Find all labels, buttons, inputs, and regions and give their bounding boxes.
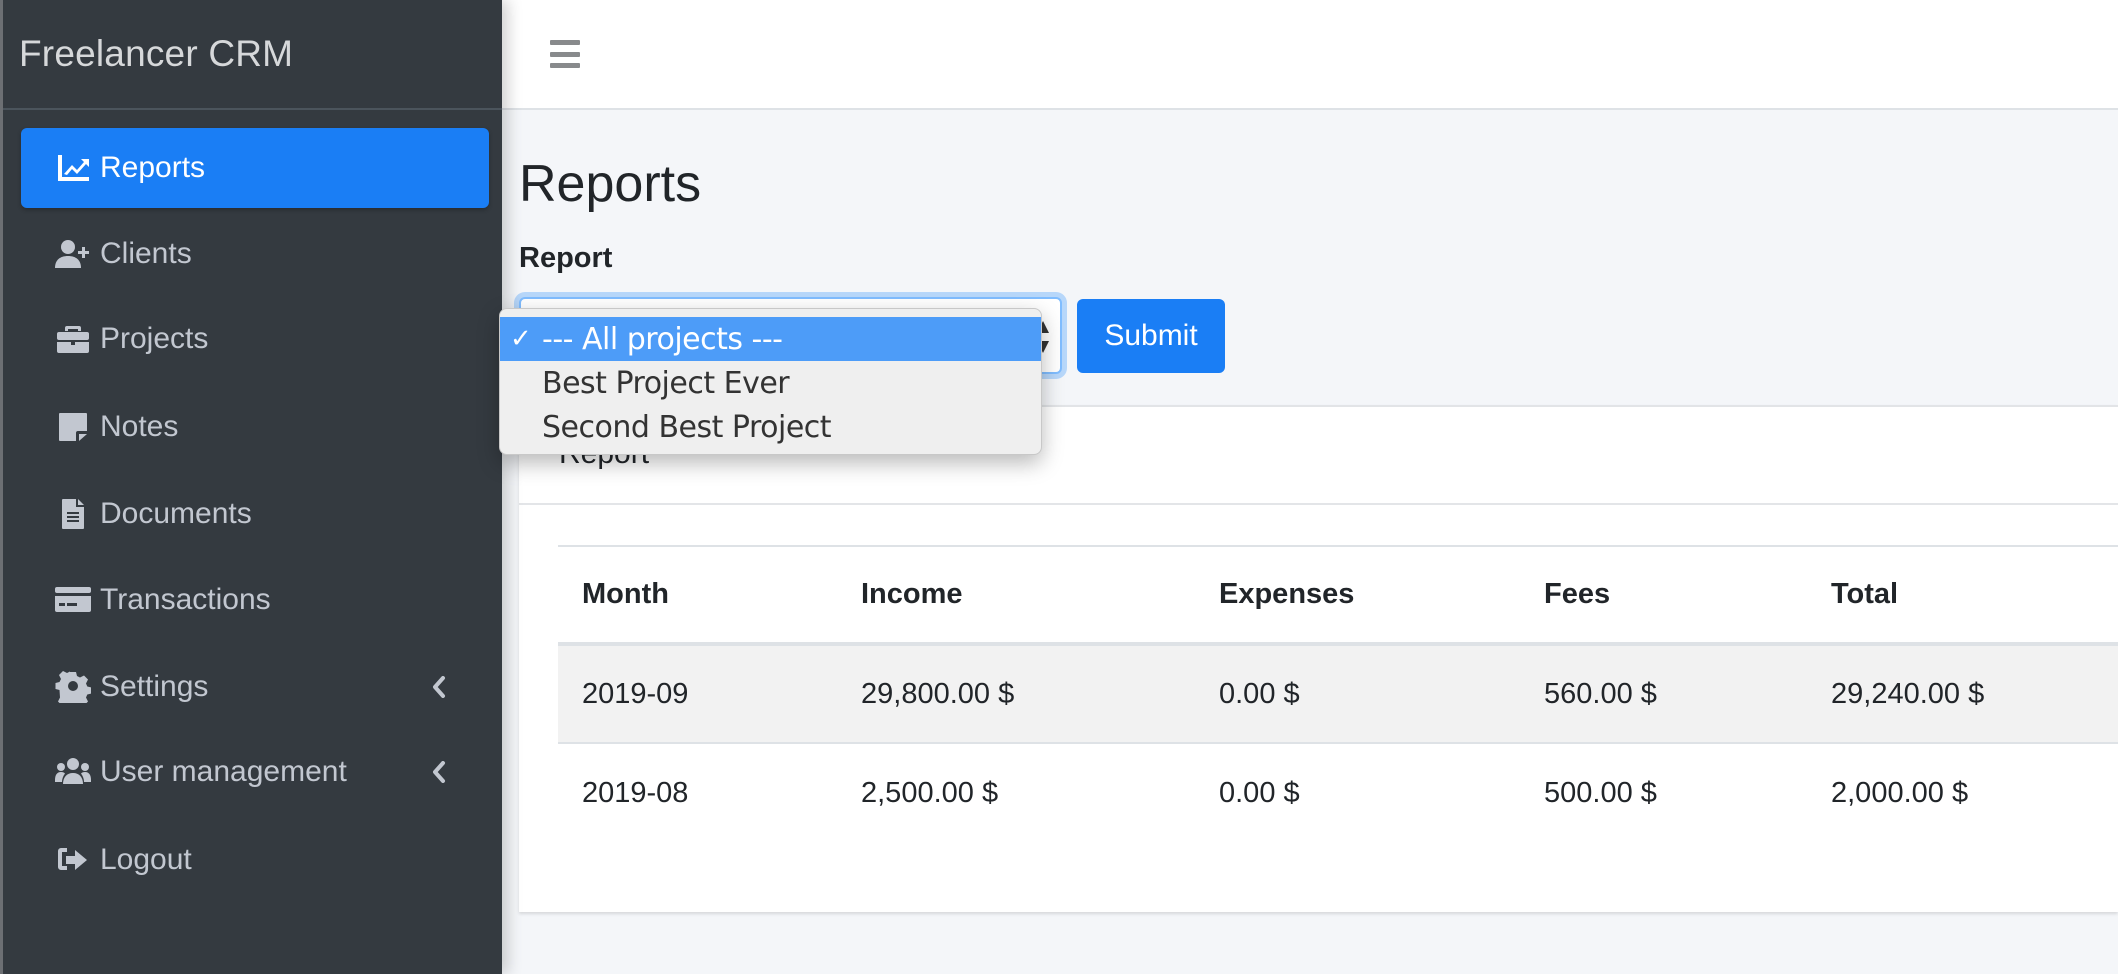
cell-fees: 500.00 $: [1544, 776, 1657, 809]
column-header-total: Total: [1831, 578, 1899, 610]
option-label: Second Best Project: [542, 409, 832, 445]
column-header-income: Income: [861, 578, 963, 610]
cog-icon: [53, 669, 93, 705]
sign-out-icon: [53, 842, 93, 878]
option-label: Best Project Ever: [542, 365, 790, 401]
page-title: Reports: [519, 155, 702, 213]
cell-month: 2019-08: [582, 776, 689, 809]
cell-total: 29,240.00 $: [1831, 677, 1985, 710]
sidebar-item-user-management[interactable]: User management: [21, 732, 489, 812]
credit-card-icon: [53, 582, 93, 618]
sidebar-item-transactions[interactable]: Transactions: [21, 560, 489, 640]
sidebar-item-label: User management: [100, 755, 347, 788]
report-select-dropdown: ✓ --- All projects --- Best Project Ever…: [499, 308, 1042, 455]
sidebar-item-label: Documents: [100, 497, 252, 530]
cell-fees: 560.00 $: [1544, 677, 1657, 710]
sidebar-item-notes[interactable]: Notes: [21, 387, 489, 467]
hamburger-icon[interactable]: [550, 40, 580, 68]
cell-month: 2019-09: [582, 677, 689, 710]
cell-total: 2,000.00 $: [1831, 776, 1969, 809]
sidebar-item-logout[interactable]: Logout: [21, 820, 489, 900]
user-plus-icon: [53, 236, 93, 272]
report-table: Month Income Expenses Fees Total 2019-09…: [558, 545, 2118, 842]
dropdown-option-all-projects[interactable]: ✓ --- All projects ---: [500, 317, 1041, 361]
brand-text: Freelancer CRM: [19, 33, 294, 74]
dropdown-option-second-best-project[interactable]: Second Best Project: [500, 405, 1041, 449]
brand[interactable]: Freelancer CRM: [3, 0, 502, 110]
sidebar-item-label: Settings: [100, 670, 209, 703]
top-navbar: [502, 0, 2118, 110]
table-header-row: Month Income Expenses Fees Total: [558, 547, 2118, 646]
checkmark-icon: ✓: [510, 324, 532, 354]
chevron-left-icon: [429, 675, 449, 699]
sidebar-item-label: Clients: [100, 237, 192, 270]
sidebar-item-settings[interactable]: Settings: [21, 647, 489, 727]
sidebar-item-label: Transactions: [100, 583, 271, 616]
submit-button[interactable]: Submit: [1077, 299, 1225, 373]
cell-income: 2,500.00 $: [861, 776, 999, 809]
column-header-expenses: Expenses: [1219, 578, 1355, 610]
cell-income: 29,800.00 $: [861, 677, 1015, 710]
cell-expenses: 0.00 $: [1219, 776, 1300, 809]
chevron-left-icon: [429, 760, 449, 784]
sidebar-item-label: Projects: [100, 322, 209, 355]
chart-line-icon: [53, 150, 93, 186]
briefcase-icon: [53, 321, 93, 357]
table-row: 2019-09 29,800.00 $ 0.00 $ 560.00 $ 29,2…: [558, 646, 2118, 744]
column-header-fees: Fees: [1544, 578, 1611, 610]
dropdown-option-best-project-ever[interactable]: Best Project Ever: [500, 361, 1041, 405]
report-select-label: Report: [519, 242, 613, 274]
file-alt-icon: [53, 496, 93, 532]
cell-expenses: 0.00 $: [1219, 677, 1300, 710]
sidebar-item-clients[interactable]: Clients: [21, 214, 489, 294]
users-icon: [53, 754, 93, 790]
sidebar-item-reports[interactable]: Reports: [21, 128, 489, 208]
option-label: --- All projects ---: [542, 321, 783, 357]
sidebar-item-label: Reports: [100, 151, 206, 184]
sidebar-item-label: Notes: [100, 410, 179, 443]
sticky-note-icon: [53, 409, 93, 445]
column-header-month: Month: [582, 578, 669, 610]
sidebar-item-label: Logout: [100, 843, 192, 876]
sidebar-item-projects[interactable]: Projects: [21, 299, 489, 379]
table-row: 2019-08 2,500.00 $ 0.00 $ 500.00 $ 2,000…: [558, 744, 2118, 842]
sidebar-item-documents[interactable]: Documents: [21, 474, 489, 554]
sidebar: Freelancer CRM Reports Clients Projects …: [0, 0, 502, 974]
